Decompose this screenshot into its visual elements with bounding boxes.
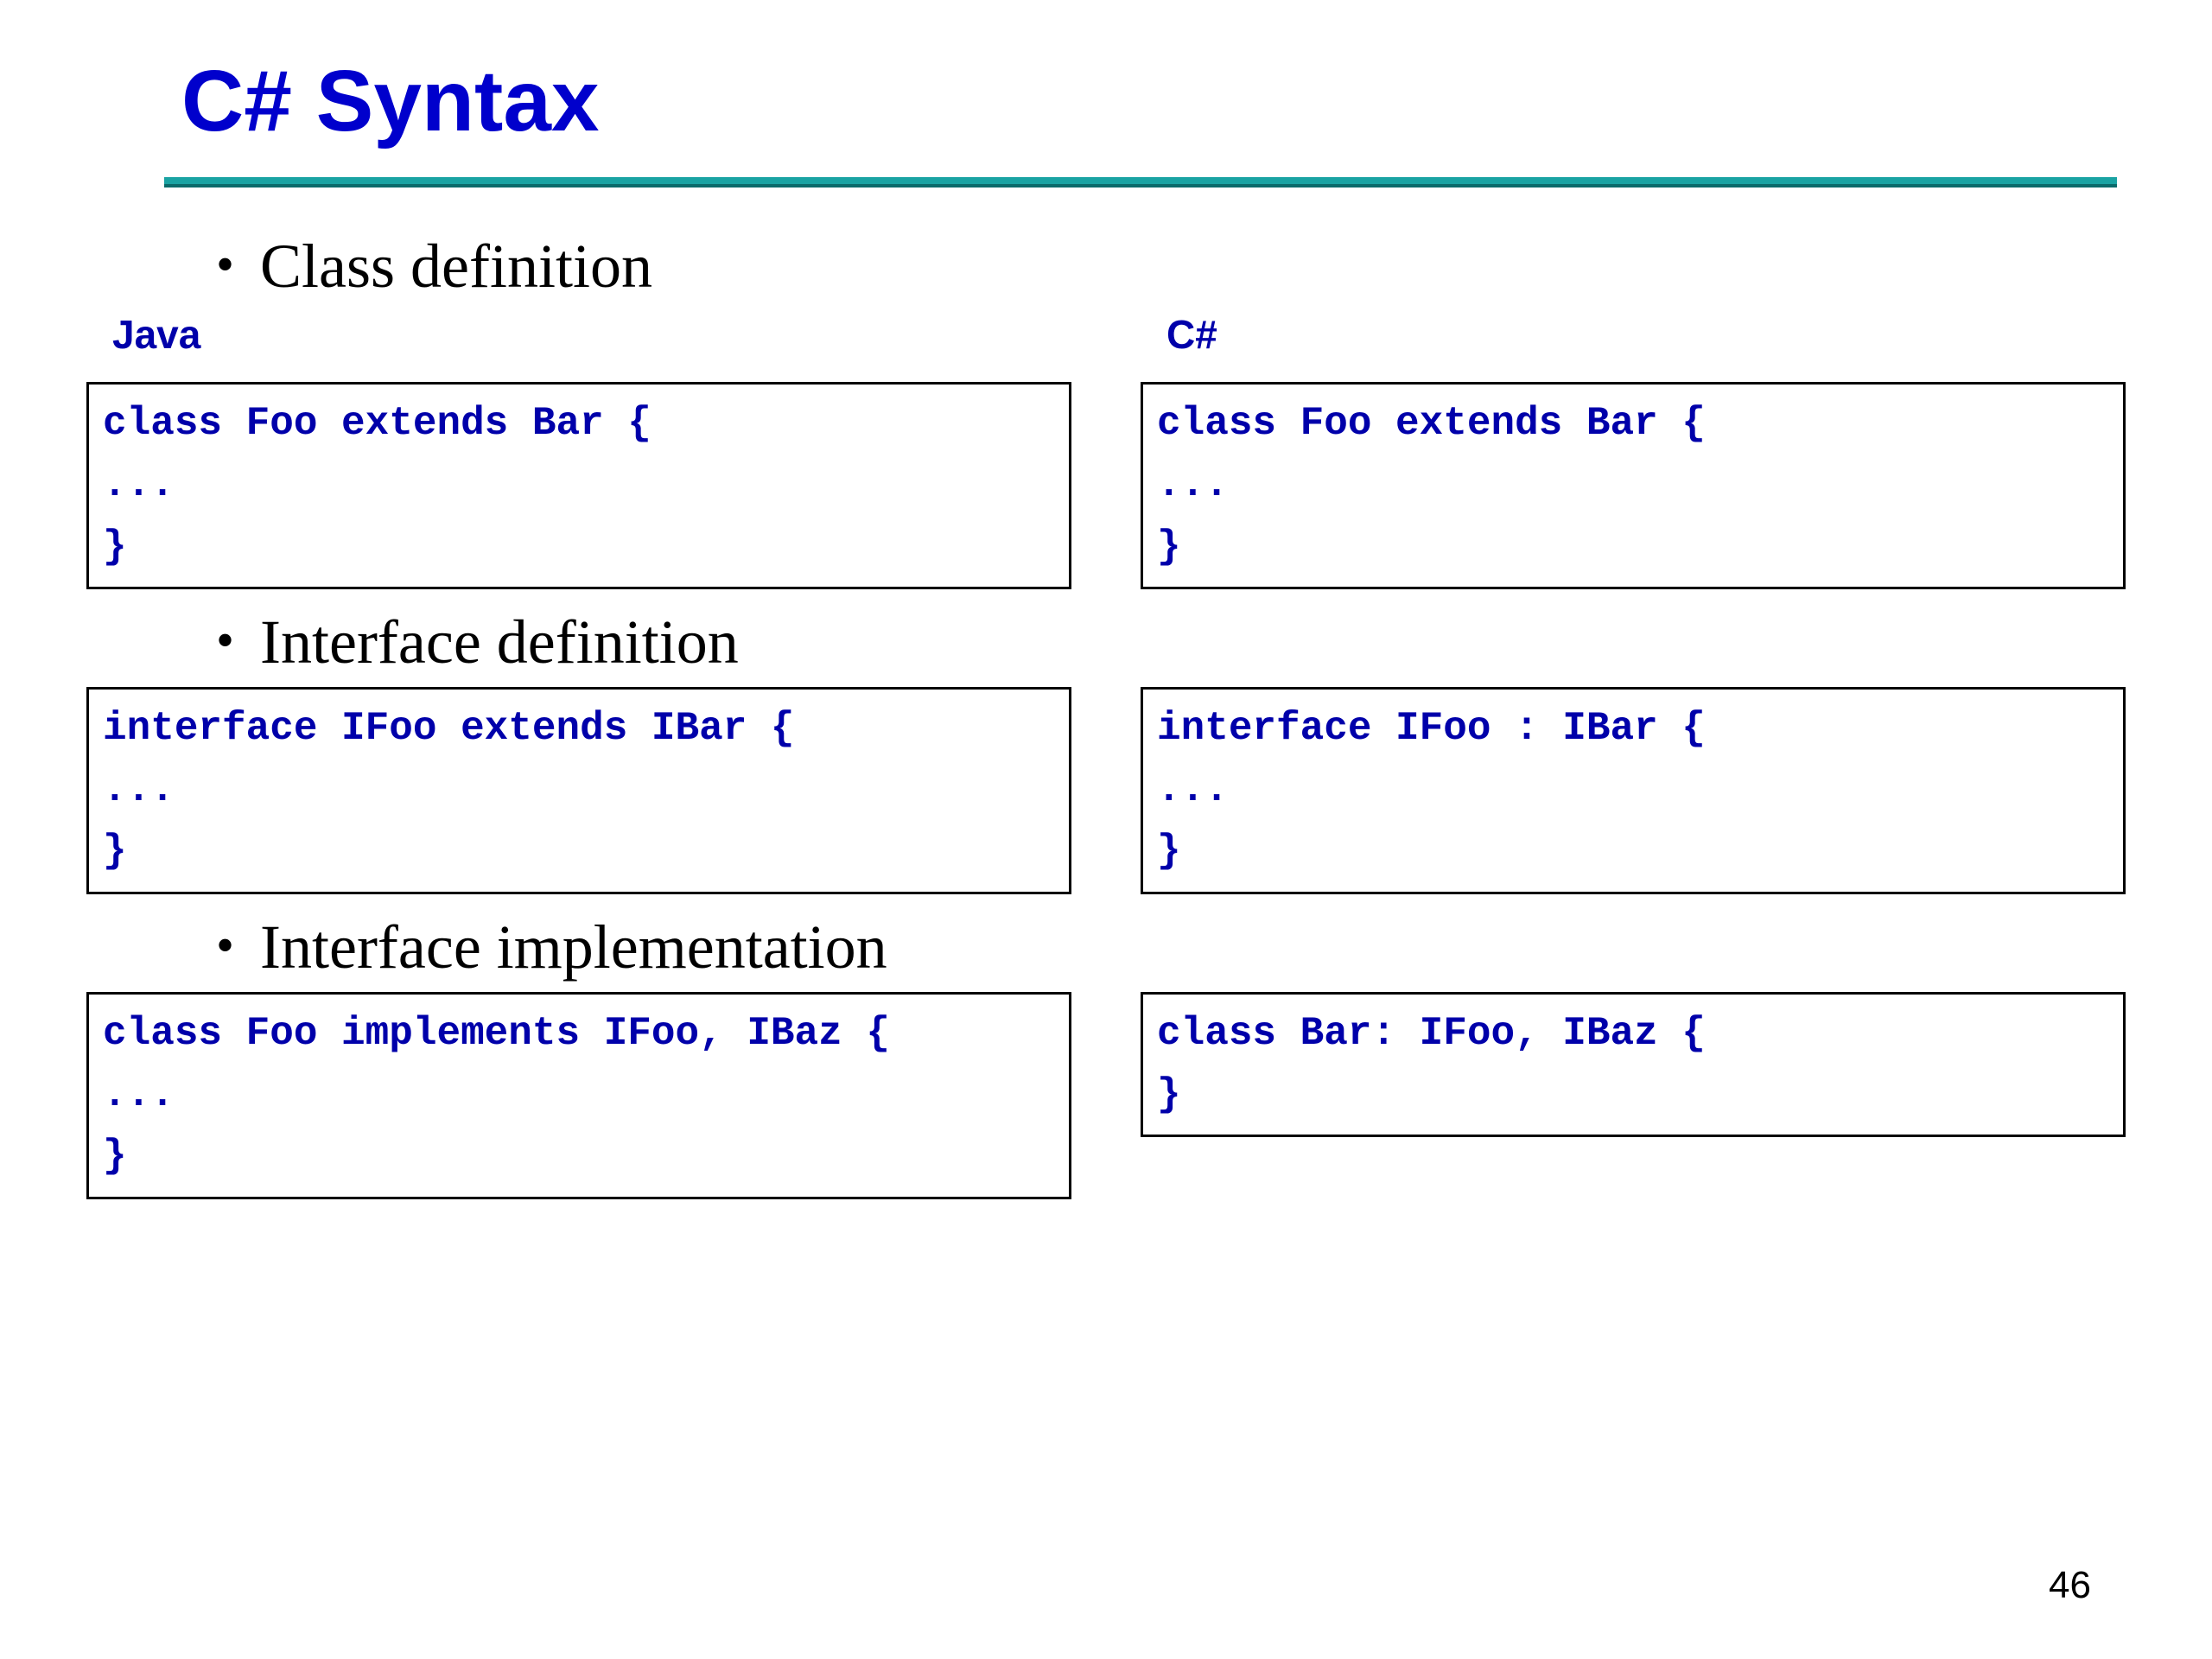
label-csharp: C# xyxy=(1166,311,2126,358)
code-class-csharp: class Foo extends Bar { ... } xyxy=(1141,382,2126,589)
page-number: 46 xyxy=(2049,1564,2091,1607)
row-interface-definition: interface IFoo extends IBar { ... } inte… xyxy=(86,687,2126,894)
code-implementation-java: class Foo implements IFoo, IBaz { ... } xyxy=(86,992,1071,1199)
label-java: Java xyxy=(112,311,1071,358)
bullet-icon: • xyxy=(216,614,234,666)
code-class-java: class Foo extends Bar { ... } xyxy=(86,382,1071,589)
row-interface-implementation: class Foo implements IFoo, IBaz { ... } … xyxy=(86,992,2126,1199)
bullet-icon: • xyxy=(216,238,234,290)
column-labels: Java C# xyxy=(86,311,2126,365)
code-implementation-csharp: class Bar: IFoo, IBaz { } xyxy=(1141,992,2126,1138)
row-class-definition: class Foo extends Bar { ... } class Foo … xyxy=(86,382,2126,589)
bullet-text: Class definition xyxy=(260,231,652,302)
title-divider xyxy=(164,177,2117,188)
bullet-text: Interface definition xyxy=(260,607,739,678)
code-interface-csharp: interface IFoo : IBar { ... } xyxy=(1141,687,2126,894)
bullet-interface-implementation: • Interface implementation xyxy=(216,912,2126,983)
bullet-interface-definition: • Interface definition xyxy=(216,607,2126,678)
bullet-class-definition: • Class definition xyxy=(216,231,2126,302)
slide-title: C# Syntax xyxy=(181,52,2126,151)
code-interface-java: interface IFoo extends IBar { ... } xyxy=(86,687,1071,894)
bullet-icon: • xyxy=(216,919,234,971)
slide: C# Syntax • Class definition Java C# cla… xyxy=(0,0,2212,1659)
bullet-text: Interface implementation xyxy=(260,912,887,983)
